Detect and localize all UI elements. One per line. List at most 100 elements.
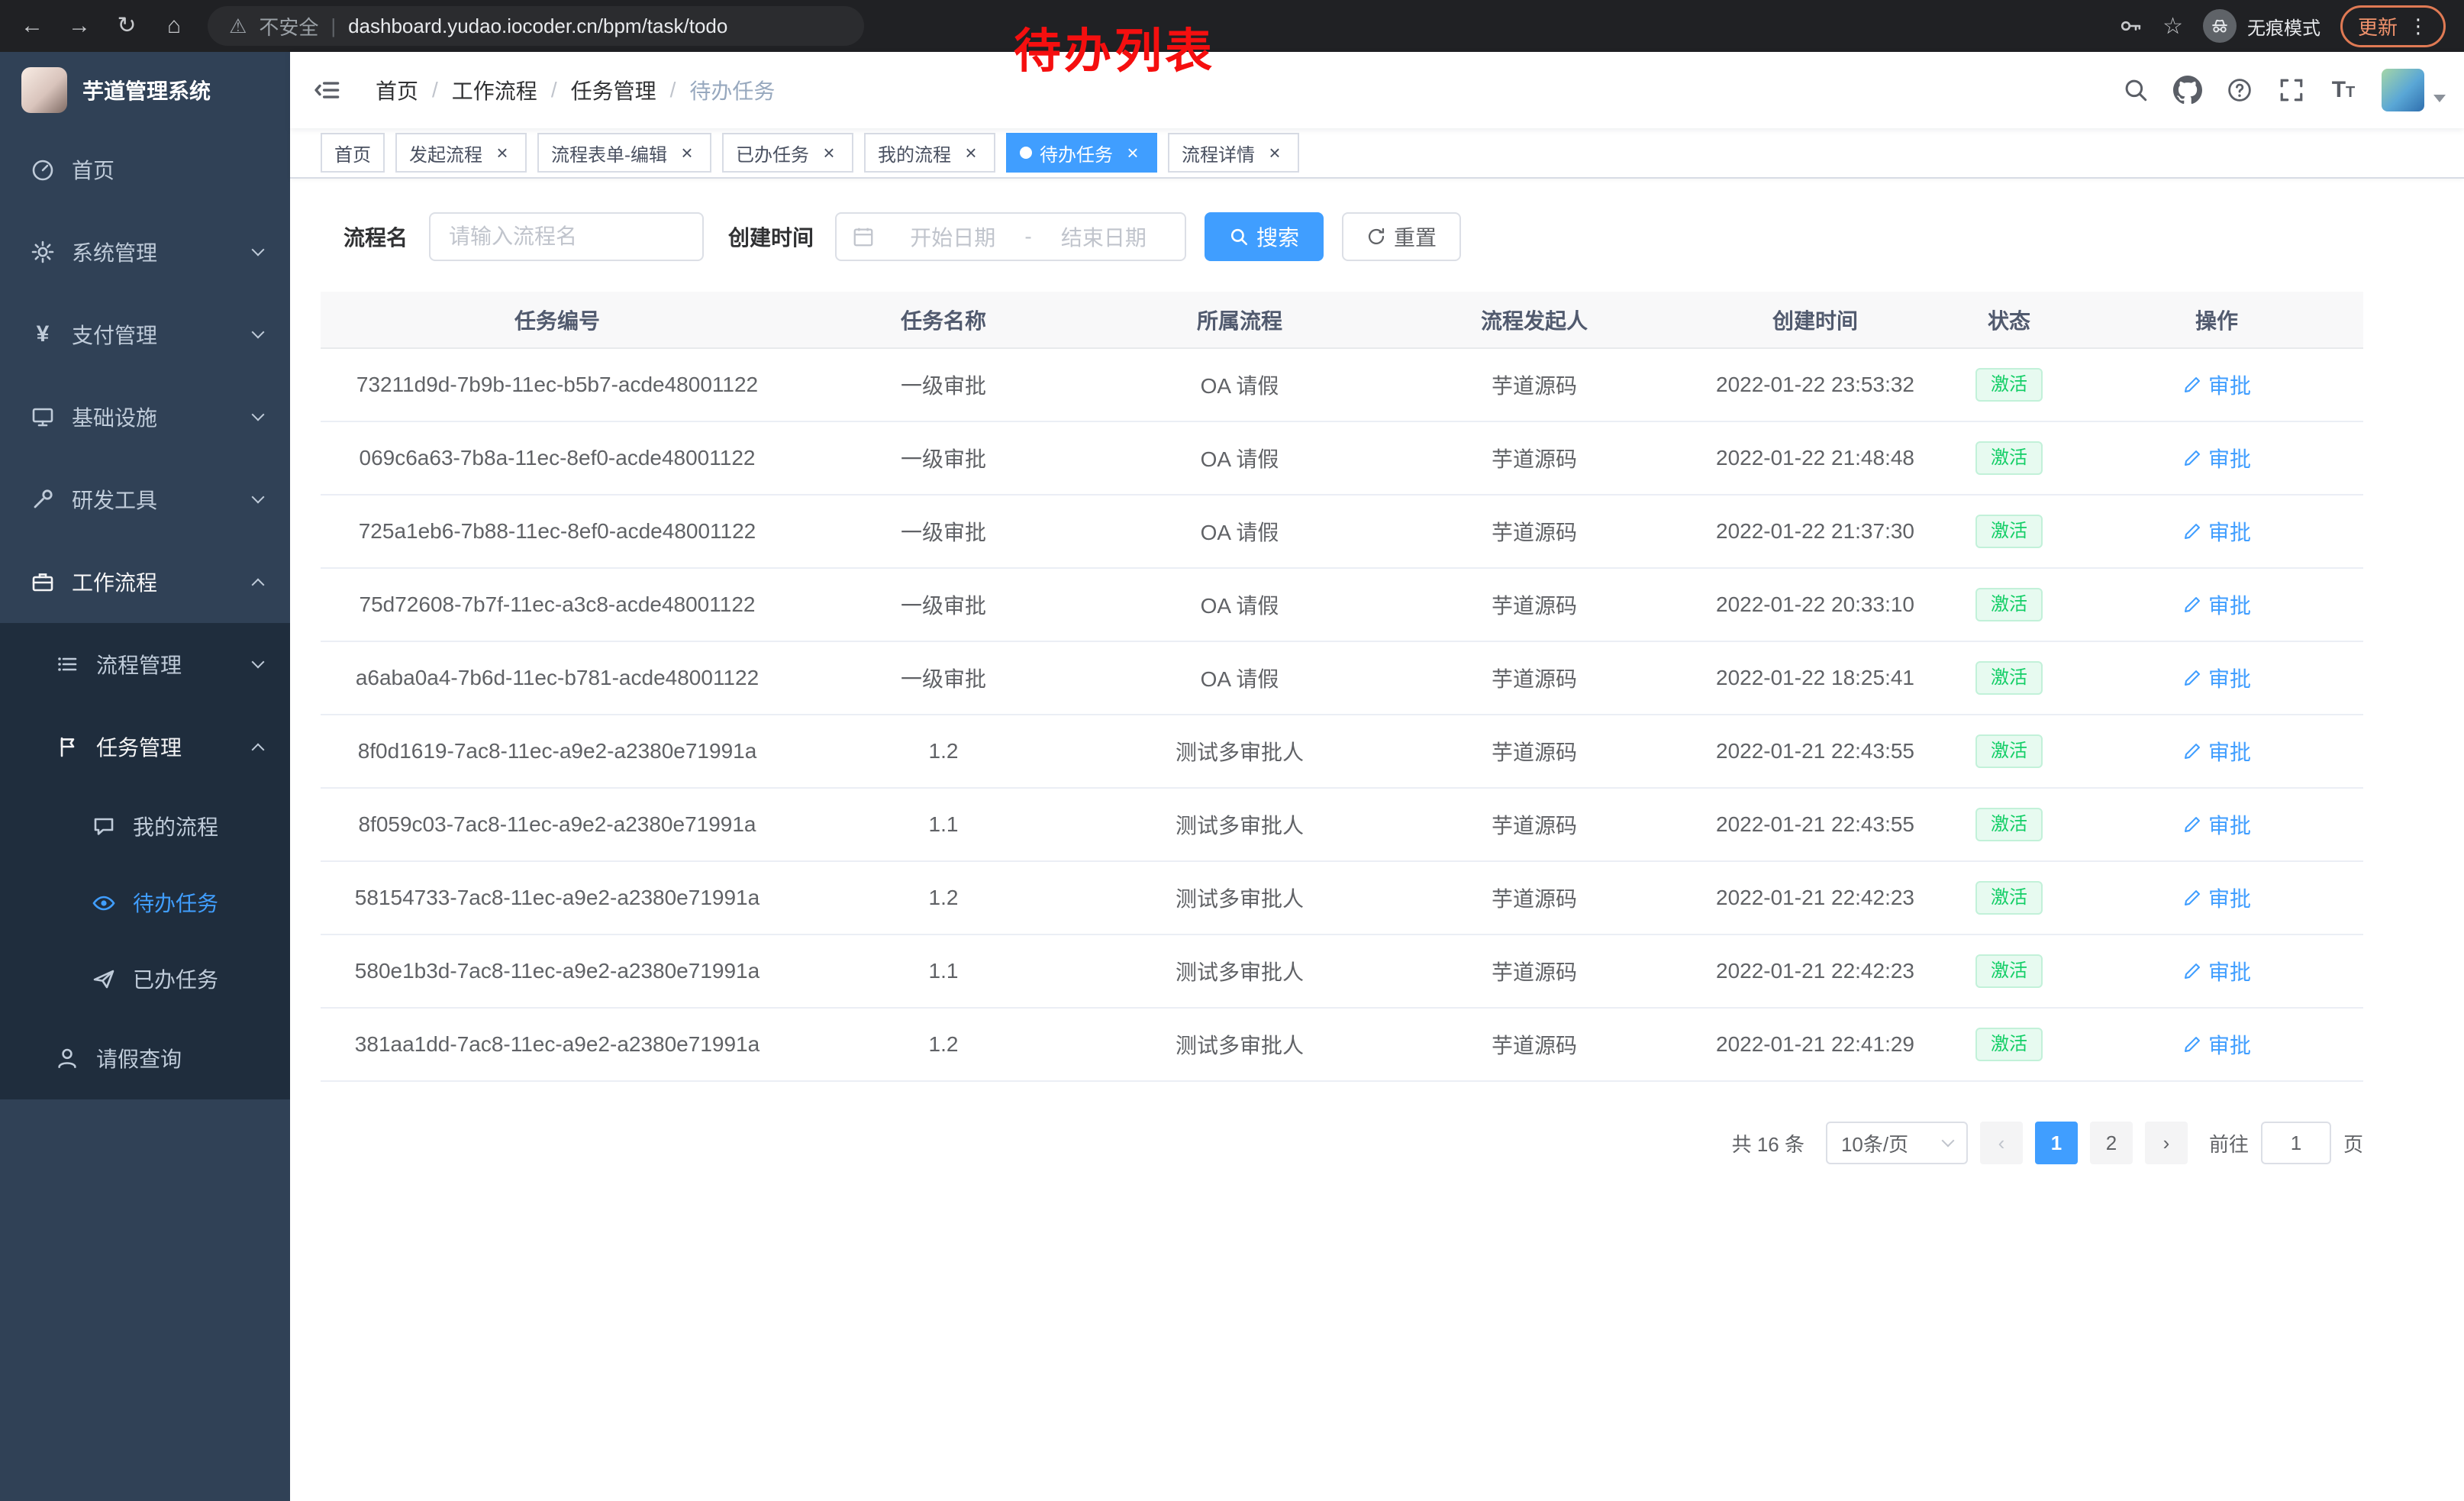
goto-page-input[interactable] — [2261, 1122, 2331, 1164]
tab-已办任务[interactable]: 已办任务× — [722, 133, 853, 173]
back-icon[interactable]: ← — [18, 15, 46, 37]
tab-close-icon[interactable]: × — [1122, 142, 1143, 163]
app-logo-row[interactable]: 芋道管理系统 — [0, 52, 290, 128]
cell-task-name: 一级审批 — [794, 495, 1093, 568]
tab-close-icon[interactable]: × — [960, 142, 982, 163]
tab-close-icon[interactable]: × — [818, 142, 840, 163]
update-button[interactable]: 更新 ⋮ — [2340, 5, 2446, 47]
approve-label: 审批 — [2208, 516, 2251, 547]
approve-link[interactable]: 审批 — [2182, 956, 2251, 986]
tab-close-icon[interactable]: × — [492, 142, 513, 163]
url-text: dashboard.yudao.iocoder.cn/bpm/task/todo — [348, 15, 727, 38]
sidebar-fold-icon[interactable] — [290, 52, 363, 128]
date-range-picker[interactable]: 开始日期 - 结束日期 — [835, 212, 1186, 261]
page-button-2[interactable]: 2 — [2090, 1122, 2133, 1164]
status-badge: 激活 — [1975, 661, 2043, 695]
edit-icon — [2182, 448, 2202, 468]
breadcrumb-separator: / — [432, 78, 438, 102]
next-page-button[interactable]: › — [2145, 1122, 2188, 1164]
fullscreen-icon[interactable] — [2266, 52, 2317, 128]
process-name-input[interactable] — [429, 212, 704, 261]
breadcrumb-item[interactable]: 任务管理 — [571, 75, 656, 105]
gear-icon — [31, 240, 55, 264]
approve-link[interactable]: 审批 — [2182, 589, 2251, 620]
tab-首页[interactable]: 首页 — [321, 133, 385, 173]
approve-link[interactable]: 审批 — [2182, 443, 2251, 473]
tab-流程详情[interactable]: 流程详情× — [1168, 133, 1299, 173]
cell-task-name: 1.1 — [794, 788, 1093, 861]
search-icon[interactable] — [2110, 52, 2162, 128]
goto-label: 前往 — [2209, 1129, 2249, 1157]
status-badge: 激活 — [1975, 808, 2043, 841]
approve-label: 审批 — [2208, 809, 2251, 840]
cell-action: 审批 — [2070, 1008, 2363, 1081]
tab-发起流程[interactable]: 发起流程× — [395, 133, 527, 173]
home-icon[interactable]: ⌂ — [160, 15, 188, 37]
cell-initiator: 芋道源码 — [1386, 861, 1682, 934]
cell-task-id: 069c6a63-7b8a-11ec-8ef0-acde48001122 — [321, 421, 794, 495]
avatar[interactable] — [2382, 69, 2424, 111]
sidebar-item-home[interactable]: 首页 — [0, 128, 290, 211]
cell-task-id: a6aba0a4-7b6d-11ec-b781-acde48001122 — [321, 641, 794, 715]
reset-button[interactable]: 重置 — [1342, 212, 1461, 261]
sidebar-item-my-processes[interactable]: 我的流程 — [0, 788, 290, 864]
table-row: 725a1eb6-7b88-11ec-8ef0-acde48001122一级审批… — [321, 495, 2363, 568]
sidebar-item-todo-tasks[interactable]: 待办任务 — [0, 864, 290, 941]
status-badge: 激活 — [1975, 368, 2043, 402]
cell-status: 激活 — [1948, 421, 2070, 495]
github-icon[interactable] — [2162, 52, 2214, 128]
approve-label: 审批 — [2208, 956, 2251, 986]
sidebar-item-dev-tools[interactable]: 研发工具 — [0, 458, 290, 541]
start-date-field[interactable]: 开始日期 — [887, 221, 1018, 252]
status-badge: 激活 — [1975, 734, 2043, 768]
more-menu-icon[interactable]: ⋮ — [2408, 15, 2428, 38]
approve-link[interactable]: 审批 — [2182, 736, 2251, 767]
font-size-icon[interactable]: TT — [2317, 52, 2369, 128]
approve-link[interactable]: 审批 — [2182, 516, 2251, 547]
page-size-select[interactable]: 10条/页 — [1826, 1122, 1968, 1164]
breadcrumb-item[interactable]: 工作流程 — [452, 75, 537, 105]
tab-close-icon[interactable]: × — [1264, 142, 1285, 163]
sidebar-item-process-management[interactable]: 流程管理 — [0, 623, 290, 705]
end-date-field[interactable]: 结束日期 — [1038, 221, 1169, 252]
cell-action: 审批 — [2070, 934, 2363, 1008]
sidebar-item-done-tasks[interactable]: 已办任务 — [0, 941, 290, 1017]
tab-我的流程[interactable]: 我的流程× — [864, 133, 995, 173]
approve-link[interactable]: 审批 — [2182, 663, 2251, 693]
cell-task-name: 一级审批 — [794, 421, 1093, 495]
approve-link[interactable]: 审批 — [2182, 1029, 2251, 1060]
eye-icon — [92, 890, 116, 915]
briefcase-icon — [31, 570, 55, 594]
user-menu[interactable] — [2382, 69, 2449, 111]
sidebar-item-task-management[interactable]: 任务管理 — [0, 705, 290, 788]
sidebar-item-payment-management[interactable]: ¥ 支付管理 — [0, 293, 290, 376]
sidebar-item-infrastructure[interactable]: 基础设施 — [0, 376, 290, 458]
sidebar-item-leave-query[interactable]: 请假查询 — [0, 1017, 290, 1099]
reload-icon[interactable]: ↻ — [113, 15, 140, 37]
search-button[interactable]: 搜索 — [1205, 212, 1324, 261]
column-header-status: 状态 — [1948, 292, 2070, 348]
dashboard-icon — [31, 157, 55, 182]
breadcrumb-item[interactable]: 首页 — [376, 75, 418, 105]
tab-待办任务[interactable]: 待办任务× — [1006, 133, 1157, 173]
key-icon[interactable] — [2118, 14, 2143, 38]
address-bar[interactable]: ⚠ 不安全 | dashboard.yudao.iocoder.cn/bpm/t… — [208, 6, 864, 46]
cell-status: 激活 — [1948, 568, 2070, 641]
tab-流程表单-编辑[interactable]: 流程表单-编辑× — [537, 133, 711, 173]
tab-close-icon[interactable]: × — [676, 142, 698, 163]
help-icon[interactable] — [2214, 52, 2266, 128]
edit-icon — [2182, 595, 2202, 615]
approve-link[interactable]: 审批 — [2182, 883, 2251, 913]
approve-link[interactable]: 审批 — [2182, 370, 2251, 400]
table-header-row: 任务编号 任务名称 所属流程 流程发起人 创建时间 状态 操作 — [321, 292, 2363, 348]
page-content: 流程名 创建时间 开始日期 - 结束日期 搜索 重 — [290, 179, 2464, 1164]
approve-link[interactable]: 审批 — [2182, 809, 2251, 840]
sidebar-item-system-management[interactable]: 系统管理 — [0, 211, 290, 293]
cell-status: 激活 — [1948, 1008, 2070, 1081]
update-label[interactable]: 更新 — [2358, 12, 2398, 40]
prev-page-button[interactable]: ‹ — [1980, 1122, 2023, 1164]
forward-icon[interactable]: → — [66, 15, 93, 37]
star-icon[interactable]: ☆ — [2162, 13, 2183, 40]
page-button-1[interactable]: 1 — [2035, 1122, 2078, 1164]
sidebar-item-workflow[interactable]: 工作流程 — [0, 541, 290, 623]
